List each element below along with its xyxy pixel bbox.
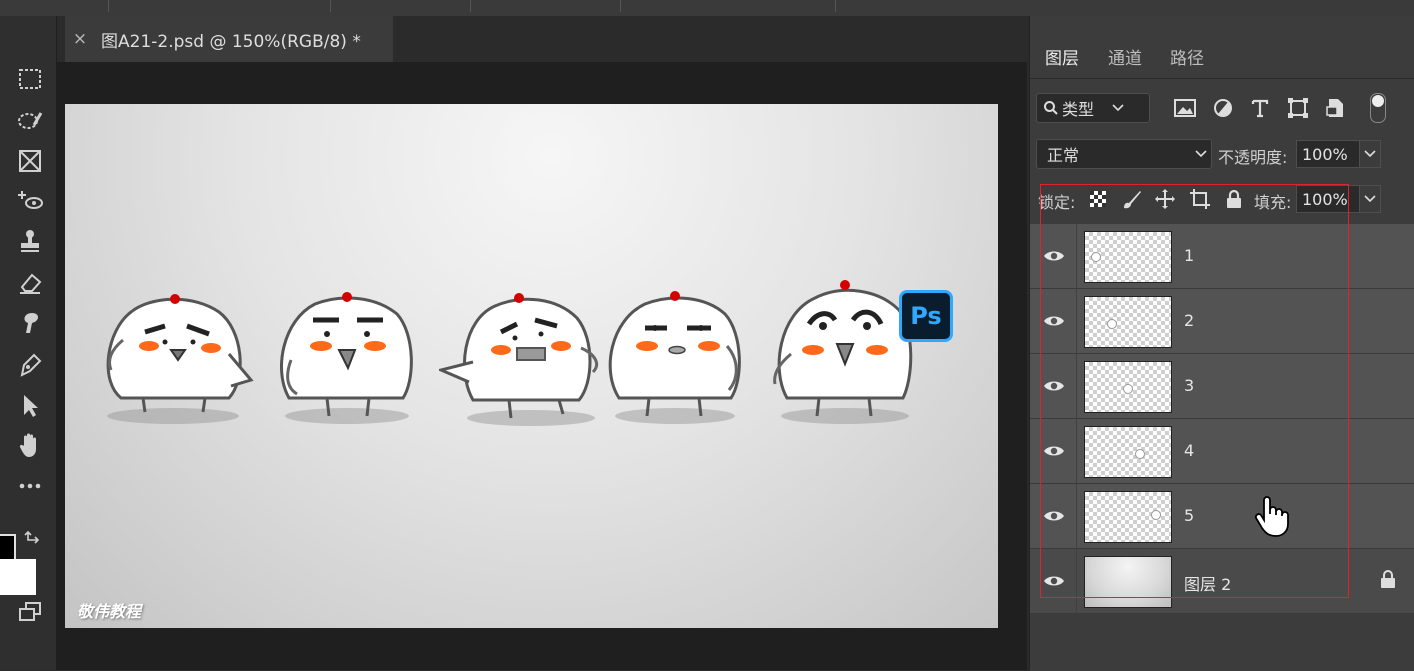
lock-label: 锁定:: [1038, 193, 1076, 212]
search-icon: [1044, 101, 1058, 115]
lock-artboard-icon[interactable]: [1188, 187, 1212, 211]
opacity-dropdown[interactable]: [1359, 140, 1381, 168]
eye-icon[interactable]: [1042, 506, 1066, 526]
chevron-down-icon: [1364, 150, 1376, 158]
tab-layers[interactable]: 图层: [1030, 34, 1094, 80]
eye-icon[interactable]: [1042, 311, 1066, 331]
character-bun-1: [106, 294, 254, 424]
fill-input[interactable]: 100%: [1296, 185, 1360, 213]
layer-row[interactable]: 5: [1030, 484, 1414, 549]
tab-channels[interactable]: 通道: [1094, 34, 1156, 78]
path-select-icon[interactable]: [10, 388, 50, 422]
layer-filter-label: 类型: [1062, 100, 1095, 119]
image-filter-icon[interactable]: [1172, 95, 1198, 121]
close-tab-icon[interactable]: ×: [65, 29, 95, 49]
tab-paths[interactable]: 路径: [1156, 34, 1218, 78]
opacity-label: 不透明度:: [1218, 148, 1288, 167]
layer-filter-select[interactable]: 类型: [1036, 93, 1150, 123]
swap-colors-icon[interactable]: [24, 530, 42, 548]
layer-name[interactable]: 1: [1184, 246, 1194, 265]
lock-all-icon[interactable]: [1222, 187, 1246, 211]
blend-mode-select[interactable]: 正常: [1036, 139, 1212, 169]
hand-pointer-cursor-icon: [1254, 496, 1289, 537]
document-canvas[interactable]: Ps 敬伟教程: [65, 104, 998, 628]
layer-row[interactable]: 3: [1030, 354, 1414, 419]
document-tab[interactable]: × 图A21-2.psd @ 150%(RGB/8) *: [65, 16, 393, 62]
layer-thumbnail: [1084, 296, 1172, 348]
layer-name[interactable]: 4: [1184, 441, 1194, 460]
layer-row[interactable]: 图层 2: [1030, 549, 1414, 614]
layers-panel: 图层 通道 路径 类型 正常 不透明度: 100% 锁定: 填充: 100% 1…: [1029, 16, 1414, 671]
layer-name[interactable]: 图层 2: [1184, 571, 1231, 595]
layer-thumbnail: [1084, 491, 1172, 543]
character-bun-5: [773, 280, 913, 424]
tools-panel: [0, 16, 57, 670]
lock-image-pixels-icon[interactable]: [1120, 187, 1144, 211]
layers-list: 1 2 3 4 5 图层 2: [1030, 224, 1414, 614]
more-icon[interactable]: [10, 469, 50, 503]
frame-icon[interactable]: [10, 144, 50, 178]
lock-transparent-pixels-icon[interactable]: [1086, 187, 1110, 211]
hand-icon[interactable]: [10, 428, 50, 462]
lock-icon: [1381, 570, 1395, 588]
lock-position-icon[interactable]: [1153, 187, 1177, 211]
blend-mode-value: 正常: [1047, 146, 1080, 165]
character-bun-3: [439, 293, 598, 426]
layer-thumbnail: [1084, 556, 1172, 608]
character-bun-2: [280, 292, 413, 424]
lasso-icon[interactable]: [10, 104, 50, 138]
layer-row[interactable]: 2: [1030, 289, 1414, 354]
opacity-input[interactable]: 100%: [1296, 140, 1360, 168]
shape-filter-icon[interactable]: [1285, 95, 1311, 121]
layer-thumbnail: [1084, 426, 1172, 478]
layer-name[interactable]: 5: [1184, 506, 1194, 525]
layer-row[interactable]: 1: [1030, 224, 1414, 289]
panel-footer: [1030, 646, 1414, 670]
pen-icon[interactable]: [10, 348, 50, 382]
screen-mode-icon[interactable]: [10, 596, 50, 630]
smart-object-filter-icon[interactable]: [1323, 95, 1349, 121]
layer-row[interactable]: 4: [1030, 419, 1414, 484]
panel-tabs: 图层 通道 路径: [1030, 34, 1414, 80]
content-aware-move-icon[interactable]: [10, 184, 50, 218]
eye-icon[interactable]: [1042, 376, 1066, 396]
layer-name[interactable]: 3: [1184, 376, 1194, 395]
chevron-down-icon: [1364, 195, 1376, 203]
watermark-text: 敬伟教程: [77, 602, 142, 621]
stamp-icon[interactable]: [10, 224, 50, 258]
eye-icon[interactable]: [1042, 441, 1066, 461]
layer-name[interactable]: 2: [1184, 311, 1194, 330]
fill-label: 填充:: [1254, 193, 1292, 212]
document-title: 图A21-2.psd @ 150%(RGB/8) *: [101, 31, 361, 52]
document-tab-bar: × 图A21-2.psd @ 150%(RGB/8) *: [57, 16, 1027, 62]
filter-toggle[interactable]: [1370, 93, 1386, 123]
ps-logo-badge: Ps: [899, 290, 953, 342]
layer-thumbnail: [1084, 361, 1172, 413]
eraser-icon[interactable]: [10, 266, 50, 300]
marquee-icon[interactable]: [10, 62, 50, 96]
background-color-swatch[interactable]: [0, 559, 36, 595]
eye-icon[interactable]: [1042, 571, 1066, 591]
chevron-down-icon: [1112, 104, 1124, 112]
character-bun-4: [608, 291, 741, 424]
adjustment-filter-icon[interactable]: [1210, 95, 1236, 121]
layer-thumbnail: [1084, 231, 1172, 283]
layers-panel-body: 类型 正常 不透明度: 100% 锁定: 填充: 100% 1 2 3 4 5 …: [1030, 78, 1414, 671]
fill-dropdown[interactable]: [1359, 185, 1381, 213]
chevron-down-icon: [1195, 150, 1207, 158]
top-strip: [0, 0, 1414, 17]
eye-icon[interactable]: [1042, 246, 1066, 266]
type-filter-icon[interactable]: [1247, 95, 1273, 121]
smudge-icon[interactable]: [10, 306, 50, 340]
